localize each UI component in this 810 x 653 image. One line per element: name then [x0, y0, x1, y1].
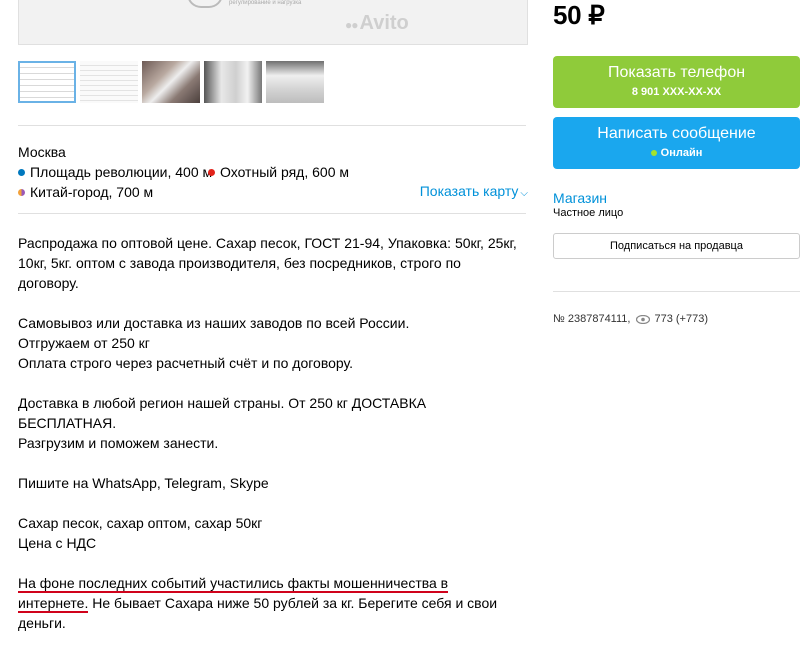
thumbnail-warehouse-2[interactable]	[204, 61, 262, 103]
avito-watermark: ●● Avito	[345, 12, 409, 34]
show-phone-button[interactable]: Показать телефон 8 901 XXX-XX-XX	[553, 56, 800, 108]
main-photo[interactable]: регулирование и нагрузка ●● Avito	[18, 0, 528, 45]
ad-description: Распродажа по оптовой цене. Сахар песок,…	[18, 233, 518, 653]
show-map-link[interactable]: Показать карту ⌵	[420, 183, 528, 199]
chevron-down-icon: ⌵	[520, 188, 528, 199]
description-line: Отгружаем от 250 кг	[18, 335, 150, 351]
metro-label: Охотный ряд, 600 м	[220, 164, 350, 180]
metro-station: Охотный ряд, 600 м	[208, 164, 349, 180]
photo-caption: регулирование и нагрузка	[229, 0, 302, 6]
fraud-warning-text: Не бывает Сахара ниже 50 рублей за кг. Б…	[18, 595, 498, 631]
seller-type: Частное лицо	[553, 207, 624, 219]
metro-station: Китай-город, 700 м	[18, 184, 153, 200]
metro-station: Площадь революции, 400 м	[18, 164, 212, 180]
thumbnail-document-scan-1[interactable]	[18, 61, 76, 103]
show-map-label: Показать карту	[419, 183, 519, 199]
photo-logo	[187, 0, 223, 8]
description-paragraph: На фоне последних событий участились фак…	[18, 573, 518, 633]
watermark-text: Avito	[359, 12, 409, 34]
show-phone-label: Показать телефон	[607, 64, 746, 81]
description-line: Доставка в любой регион нашей страны. От…	[18, 395, 427, 431]
metro-label: Площадь революции, 400 м	[30, 164, 213, 180]
description-line: Самовывоз или доставка из наших заводов …	[18, 315, 410, 331]
online-label: Онлайн	[660, 147, 703, 159]
online-dot-icon	[650, 150, 657, 156]
shop-link[interactable]: Магазин	[553, 190, 607, 206]
description-paragraph: Самовывоз или доставка из наших заводов …	[18, 313, 518, 373]
metro-line-dot	[208, 168, 215, 176]
online-status: Онлайн	[650, 147, 703, 159]
ad-meta: № 2387874111, 773 (+773)	[553, 313, 708, 325]
divider	[18, 125, 526, 126]
city-label: Москва	[18, 144, 66, 160]
description-paragraph: Доставка в любой регион нашей страны. От…	[18, 393, 518, 453]
view-count: 773 (+773)	[654, 313, 708, 325]
metro-label: Китай-город, 700 м	[30, 184, 154, 200]
description-line: Разгрузим и поможем занести.	[18, 435, 219, 451]
divider	[553, 291, 800, 292]
phone-number: 8 901 XXX-XX-XX	[631, 86, 722, 98]
metro-line-dot	[18, 188, 25, 196]
divider	[18, 213, 526, 214]
subscribe-seller-button[interactable]: Подписаться на продавца	[553, 233, 800, 259]
description-line: Оплата строго через расчетный счёт и по …	[18, 355, 354, 371]
thumbnail-document-scan-2[interactable]	[80, 61, 138, 103]
ad-number: № 2387874111,	[553, 313, 631, 325]
description-paragraph: Пишите на WhatsApp, Telegram, Skype	[18, 475, 269, 491]
write-message-label: Написать сообщение	[597, 125, 756, 142]
price: 50 ₽	[553, 0, 605, 30]
write-message-button[interactable]: Написать сообщение Онлайн	[553, 117, 800, 169]
description-line: Сахар песок, сахар оптом, сахар 50кг	[18, 515, 263, 531]
thumbnail-strip	[18, 61, 324, 103]
description-line: Цена с НДС	[18, 535, 97, 551]
description-paragraph: Распродажа по оптовой цене. Сахар песок,…	[18, 235, 517, 291]
description-paragraph: Сахар песок, сахар оптом, сахар 50кг Цен…	[18, 513, 518, 553]
metro-line-dot	[18, 168, 25, 176]
thumbnail-warehouse-1[interactable]	[142, 61, 200, 103]
thumbnail-warehouse-3[interactable]	[266, 61, 324, 103]
eye-icon	[636, 314, 651, 324]
